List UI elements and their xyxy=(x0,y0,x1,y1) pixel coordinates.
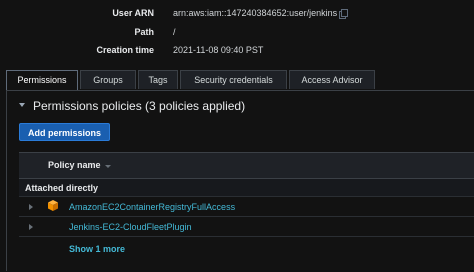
user-summary: User ARN arn:aws:iam::147240384652:user/… xyxy=(0,0,474,66)
tab-access-advisor[interactable]: Access Advisor xyxy=(289,70,375,89)
path-label: Path xyxy=(134,27,154,37)
user-arn-label: User ARN xyxy=(112,8,154,18)
path-row: Path / xyxy=(0,27,474,41)
attached-directly-group: Attached directly xyxy=(19,179,474,197)
creation-time-value: 2021-11-08 09:40 PST xyxy=(173,45,264,55)
policy-link[interactable]: AmazonEC2ContainerRegistryFullAccess xyxy=(69,202,235,212)
group-label: Attached directly xyxy=(25,183,99,193)
table-header: Policy name xyxy=(19,152,474,179)
permissions-panel: Permissions policies (3 policies applied… xyxy=(6,90,474,271)
path-value: / xyxy=(173,27,176,37)
tab-groups[interactable]: Groups xyxy=(80,70,136,89)
chevron-down-icon xyxy=(19,103,25,107)
expand-row-icon[interactable] xyxy=(29,224,33,230)
aws-managed-cube-icon xyxy=(48,200,58,211)
permissions-policies-title: Permissions policies (3 policies applied… xyxy=(33,99,246,113)
creation-time-label: Creation time xyxy=(96,45,154,55)
table-row: AmazonEC2ContainerRegistryFullAccess xyxy=(19,197,474,217)
tab-bar: Permissions Groups Tags Security credent… xyxy=(6,70,474,90)
policies-table: Policy name Attached directly AmazonEC2C… xyxy=(19,152,474,272)
policy-name-column-header[interactable]: Policy name xyxy=(48,160,101,170)
tab-permissions[interactable]: Permissions xyxy=(6,70,78,90)
tab-tags[interactable]: Tags xyxy=(138,70,178,89)
tab-security-credentials[interactable]: Security credentials xyxy=(180,70,287,89)
add-permissions-button[interactable]: Add permissions xyxy=(19,123,110,141)
copy-icon[interactable] xyxy=(339,9,348,19)
policy-link[interactable]: Jenkins-EC2-CloudFleetPlugin xyxy=(69,222,192,232)
sort-icon[interactable] xyxy=(105,165,111,168)
expand-row-icon[interactable] xyxy=(29,204,33,210)
user-arn-value: arn:aws:iam::147240384652:user/jenkins xyxy=(173,8,338,18)
user-arn-row: User ARN arn:aws:iam::147240384652:user/… xyxy=(0,8,474,22)
show-more-link[interactable]: Show 1 more xyxy=(69,244,125,254)
table-row: Jenkins-EC2-CloudFleetPlugin xyxy=(19,217,474,237)
creation-time-row: Creation time 2021-11-08 09:40 PST xyxy=(0,45,474,59)
